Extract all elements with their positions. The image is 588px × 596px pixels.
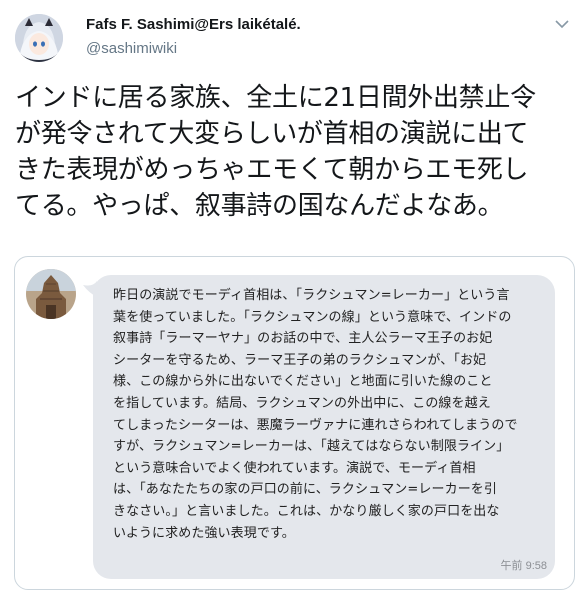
message-bubble: 昨日の演説でモーディ首相は、「ラクシュマン=レーカー」という言 葉を使っていまし… bbox=[93, 275, 555, 579]
message-text: 昨日の演説でモーディ首相は、「ラクシュマン=レーカー」という言 葉を使っていまし… bbox=[113, 288, 518, 541]
author-avatar[interactable] bbox=[15, 14, 63, 62]
message-sender-avatar bbox=[26, 269, 76, 319]
tweet-media-image[interactable]: 昨日の演説でモーディ首相は、「ラクシュマン=レーカー」という言 葉を使っていまし… bbox=[14, 256, 575, 590]
tweet-header: Fafs F. Sashimi@Ers laikétalé. @sashimiw… bbox=[0, 0, 588, 80]
temple-photo-avatar-icon bbox=[26, 269, 76, 319]
tweet-text: インドに居る家族、全土に21日間外出禁止令 が発令されて大変らしいが首相の演説に… bbox=[15, 83, 536, 221]
anime-character-avatar-icon bbox=[15, 14, 63, 62]
message-timestamp: 午前 9:58 bbox=[500, 560, 547, 572]
chevron-down-icon[interactable] bbox=[552, 14, 572, 34]
author-display-name[interactable]: Fafs F. Sashimi@Ers laikétalé. bbox=[86, 16, 301, 33]
author-handle[interactable]: @sashimiwiki bbox=[86, 40, 177, 57]
